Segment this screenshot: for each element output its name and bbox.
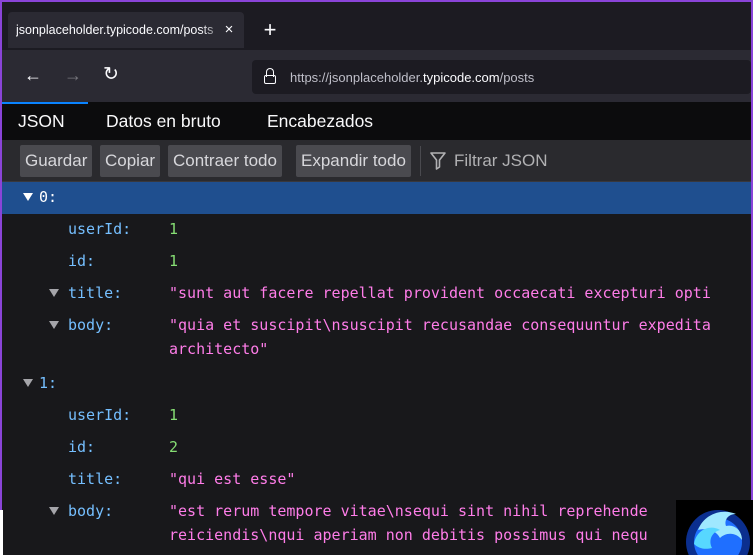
close-tab-icon[interactable]: × <box>220 21 238 39</box>
browser-window: jsonplaceholder.typicode.com/posts × + ←… <box>0 0 753 555</box>
back-button[interactable]: ← <box>22 64 44 86</box>
tree-row-item-1[interactable]: 1: <box>2 368 751 400</box>
json-value: 1 <box>169 406 179 424</box>
json-key: userId: <box>68 406 132 424</box>
expand-arrow-icon[interactable] <box>49 289 59 297</box>
reload-button[interactable]: ↻ <box>100 64 122 86</box>
tree-row-body[interactable]: body: "est rerum tempore vitae\nsequi si… <box>2 496 751 555</box>
json-tree: 0: userId: 1 id: 1 title: "sunt aut face… <box>2 182 751 555</box>
tree-row-title[interactable]: title: "sunt aut facere repellat provide… <box>2 278 751 310</box>
lock-icon[interactable] <box>264 68 276 84</box>
url-bar[interactable]: https://jsonplaceholder.typicode.com/pos… <box>252 60 751 94</box>
json-value: 1 <box>169 220 179 238</box>
json-viewer-tabs: JSON Datos en bruto Encabezados <box>2 102 751 140</box>
browser-tab-posts[interactable]: jsonplaceholder.typicode.com/posts × <box>8 12 244 48</box>
filter-icon <box>430 152 446 170</box>
tab-raw-data[interactable]: Datos en bruto <box>90 102 237 140</box>
json-key: body: <box>68 316 114 334</box>
json-value: 2 <box>169 438 179 456</box>
json-value: "qui est esse" <box>169 470 296 488</box>
collapse-all-button[interactable]: Contraer todo <box>168 145 282 177</box>
new-tab-button[interactable]: + <box>260 19 280 41</box>
filter-json-input[interactable]: Filtrar JSON <box>454 151 548 171</box>
copy-button[interactable]: Copiar <box>100 145 161 177</box>
tree-row-userid[interactable]: userId: 1 <box>2 400 751 432</box>
tree-row-item-0[interactable]: 0: <box>2 182 751 214</box>
navigation-bar: ← → ↻ https://jsonplaceholder.typicode.c… <box>2 50 751 102</box>
tree-row-id[interactable]: id: 1 <box>2 246 751 278</box>
json-key: body: <box>68 502 114 520</box>
expand-all-button[interactable]: Expandir todo <box>296 145 411 177</box>
tree-row-id[interactable]: id: 2 <box>2 432 751 464</box>
tree-row-body[interactable]: body: "quia et suscipit\nsuscipit recusa… <box>2 310 751 366</box>
json-key: userId: <box>68 220 132 238</box>
json-value: "est rerum tempore vitae\nsequi sint nih… <box>169 502 648 520</box>
json-value-continued: reiciendis\nqui aperiam non debitis poss… <box>169 526 648 544</box>
tab-json[interactable]: JSON <box>2 102 88 140</box>
toolbar-divider <box>420 146 421 176</box>
url-text[interactable]: https://jsonplaceholder.typicode.com/pos… <box>290 70 534 85</box>
expand-arrow-icon[interactable] <box>23 193 33 201</box>
tree-row-userid[interactable]: userId: 1 <box>2 214 751 246</box>
expand-arrow-icon[interactable] <box>49 507 59 515</box>
save-button[interactable]: Guardar <box>20 145 93 177</box>
json-key: title: <box>68 284 123 302</box>
json-value: "sunt aut facere repellat provident occa… <box>169 284 711 302</box>
json-key: id: <box>68 252 96 270</box>
expand-arrow-icon[interactable] <box>23 379 33 387</box>
json-key: title: <box>68 470 123 488</box>
json-value: 1 <box>169 252 179 270</box>
url-path: /posts <box>499 70 535 85</box>
json-toolbar: Guardar Copiar Contraer todo Expandir to… <box>2 140 751 182</box>
array-index: 1: <box>39 374 58 392</box>
tab-strip: jsonplaceholder.typicode.com/posts × + <box>2 2 751 50</box>
json-value: "quia et suscipit\nsuscipit recusandae c… <box>169 316 711 334</box>
text-cursor <box>0 510 3 555</box>
firefox-logo-icon <box>676 500 753 555</box>
json-value-continued: architecto" <box>169 340 269 358</box>
url-host-prefix: jsonplaceholder. <box>329 70 423 85</box>
forward-button[interactable]: → <box>62 64 84 86</box>
json-key: id: <box>68 438 96 456</box>
array-index: 0: <box>39 188 58 206</box>
expand-arrow-icon[interactable] <box>49 321 59 329</box>
url-host: typicode.com <box>423 70 500 85</box>
url-scheme: https:// <box>290 70 330 85</box>
tab-title: jsonplaceholder.typicode.com/posts <box>16 23 214 37</box>
tree-row-title[interactable]: title: "qui est esse" <box>2 464 751 496</box>
tab-headers[interactable]: Encabezados <box>251 102 389 140</box>
